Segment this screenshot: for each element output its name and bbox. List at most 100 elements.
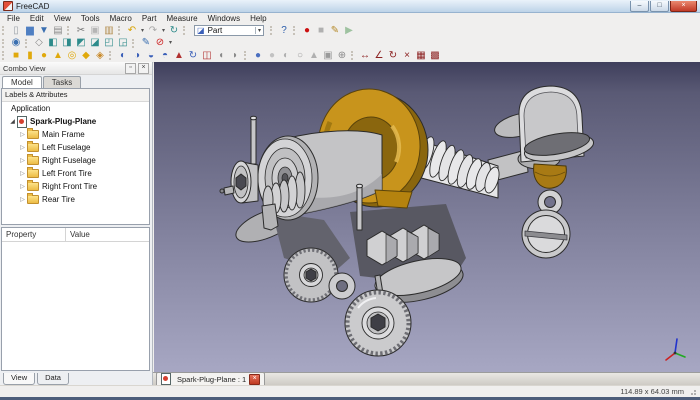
view-front-icon[interactable]: ◧ xyxy=(46,37,60,49)
toolbar-handle[interactable] xyxy=(25,38,29,48)
thickness-icon[interactable]: ○ xyxy=(293,50,307,62)
view-top-icon[interactable]: ◨ xyxy=(60,37,74,49)
workbench-selector[interactable]: ◪ Part ▾ xyxy=(194,25,264,36)
save-document-icon[interactable]: ▼ xyxy=(37,25,51,37)
toolbar-handle[interactable] xyxy=(2,38,6,48)
tree-item-right-fuselage[interactable]: Right Fuselage xyxy=(2,154,149,167)
macro-play-icon[interactable]: ▶ xyxy=(342,25,356,37)
view-rear-icon[interactable]: ◪ xyxy=(88,37,102,49)
part-cylinder-icon[interactable]: ▮ xyxy=(23,50,37,62)
undo-dropdown-icon[interactable]: ▾ xyxy=(139,25,146,37)
boolean-operation-icon[interactable]: ◐ xyxy=(116,50,130,62)
shape-info-icon[interactable]: ▲ xyxy=(307,50,321,62)
expander-closed-icon[interactable] xyxy=(18,144,27,151)
boolean-union-icon[interactable]: ◒ xyxy=(144,50,158,62)
clipping-plane-icon[interactable]: ⊘ xyxy=(153,37,167,49)
toolbar-handle[interactable] xyxy=(270,26,274,35)
resize-grip[interactable] xyxy=(690,388,698,396)
copy-icon[interactable]: ▣ xyxy=(88,25,102,37)
shape-builder-icon[interactable]: ◈ xyxy=(93,50,107,62)
toolbar-handle[interactable] xyxy=(132,38,136,48)
refresh-icon[interactable]: ↻ xyxy=(167,25,181,37)
tab-tasks[interactable]: Tasks xyxy=(42,76,82,88)
minimize-button[interactable]: – xyxy=(630,0,649,12)
redo-dropdown-icon[interactable]: ▾ xyxy=(160,25,167,37)
open-document-icon[interactable]: ▆ xyxy=(23,25,37,37)
undo-icon[interactable]: ↶ xyxy=(125,25,139,37)
expander-closed-icon[interactable] xyxy=(18,196,27,203)
tree-item-main-frame[interactable]: Main Frame xyxy=(2,128,149,141)
view-axonometric-icon[interactable]: ◇ xyxy=(32,37,46,49)
paste-icon[interactable]: ▥ xyxy=(102,25,116,37)
cut-icon[interactable]: ✂ xyxy=(74,25,88,37)
expander-closed-icon[interactable] xyxy=(18,170,27,177)
draw-style-icon[interactable]: ✎ xyxy=(139,37,153,49)
menu-help[interactable]: Help xyxy=(245,14,271,23)
fit-all-icon[interactable]: ◉ xyxy=(9,37,23,49)
whats-this-icon[interactable]: ? xyxy=(277,25,291,37)
tree-item-left-front-tire[interactable]: Left Front Tire xyxy=(2,167,149,180)
tree-root-application[interactable]: Application xyxy=(2,102,149,115)
part-sphere-icon[interactable]: ● xyxy=(37,50,51,62)
toolbar-handle[interactable] xyxy=(293,26,297,35)
measure-angular-icon[interactable]: ∠ xyxy=(372,50,386,62)
document-tab[interactable]: Spark-Plug-Plane : 1 × xyxy=(156,372,266,385)
tab-data[interactable]: Data xyxy=(37,373,69,385)
toolbar-handle[interactable] xyxy=(118,26,122,35)
new-document-icon[interactable]: ▯ xyxy=(9,25,23,37)
menu-file[interactable]: File xyxy=(2,14,25,23)
document-tab-close-icon[interactable]: × xyxy=(249,373,261,385)
expander-open-icon[interactable] xyxy=(8,118,17,125)
part-create-primitives-icon[interactable]: ◆ xyxy=(79,50,93,62)
expander-closed-icon[interactable] xyxy=(18,183,27,190)
tree-item-rear-tire[interactable]: Rear Tire xyxy=(2,193,149,206)
dock-close-icon[interactable] xyxy=(138,62,149,74)
sweep-icon[interactable]: ● xyxy=(265,50,279,62)
part-torus-icon[interactable]: ◎ xyxy=(65,50,79,62)
toolbar-handle[interactable] xyxy=(351,51,355,60)
menu-view[interactable]: View xyxy=(49,14,76,23)
print-icon[interactable]: ▤ xyxy=(51,25,65,37)
tree-item-spark-plug-plane[interactable]: Spark-Plug-Plane xyxy=(2,115,149,128)
view-bottom-icon[interactable]: ◰ xyxy=(102,37,116,49)
toolbar-handle[interactable] xyxy=(67,26,71,35)
value-column-header[interactable]: Value xyxy=(66,230,90,239)
mirror-icon[interactable]: ◫ xyxy=(200,50,214,62)
menu-macro[interactable]: Macro xyxy=(105,14,137,23)
expander-closed-icon[interactable] xyxy=(18,131,27,138)
view-left-icon[interactable]: ◲ xyxy=(116,37,130,49)
close-button[interactable]: × xyxy=(670,0,697,12)
menu-edit[interactable]: Edit xyxy=(25,14,49,23)
loft-icon[interactable]: ● xyxy=(251,50,265,62)
expander-closed-icon[interactable] xyxy=(18,157,27,164)
maximize-button[interactable]: □ xyxy=(650,0,669,12)
toolbar-handle[interactable] xyxy=(244,51,248,60)
part-cone-icon[interactable]: ▲ xyxy=(51,50,65,62)
offset-surface-icon[interactable]: ◐ xyxy=(279,50,293,62)
chamfer-icon[interactable]: ◗ xyxy=(228,50,242,62)
3d-viewport-canvas[interactable] xyxy=(154,62,700,372)
macro-record-icon[interactable]: ● xyxy=(300,25,314,37)
tab-model[interactable]: Model xyxy=(2,76,42,88)
menu-windows[interactable]: Windows xyxy=(203,14,245,23)
measure-clear-all-icon[interactable]: × xyxy=(400,50,414,62)
revolve-icon[interactable]: ↻ xyxy=(186,50,200,62)
redo-icon[interactable]: ↷ xyxy=(146,25,160,37)
tab-view[interactable]: View xyxy=(3,373,36,385)
part-box-icon[interactable]: ■ xyxy=(9,50,23,62)
boolean-common-icon[interactable]: ◓ xyxy=(158,50,172,62)
title-bar[interactable]: FreeCAD – □ × xyxy=(0,0,700,13)
macro-edit-icon[interactable]: ✎ xyxy=(328,25,342,37)
macro-stop-icon[interactable]: ■ xyxy=(314,25,328,37)
3d-viewport[interactable] xyxy=(154,62,700,372)
measure-refresh-icon[interactable]: ↻ xyxy=(386,50,400,62)
dock-float-icon[interactable] xyxy=(125,62,136,74)
property-column-header[interactable]: Property xyxy=(2,228,66,241)
defeaturing-icon[interactable]: ⊕ xyxy=(335,50,349,62)
extrude-icon[interactable]: ▲ xyxy=(172,50,186,62)
measure-toggle-delta-icon[interactable]: ▩ xyxy=(428,50,442,62)
boolean-cut-icon[interactable]: ◑ xyxy=(130,50,144,62)
tree-item-left-fuselage[interactable]: Left Fuselage xyxy=(2,141,149,154)
toolbar-handle[interactable] xyxy=(2,51,6,60)
tree-item-right-front-tire[interactable]: Right Front Tire xyxy=(2,180,149,193)
